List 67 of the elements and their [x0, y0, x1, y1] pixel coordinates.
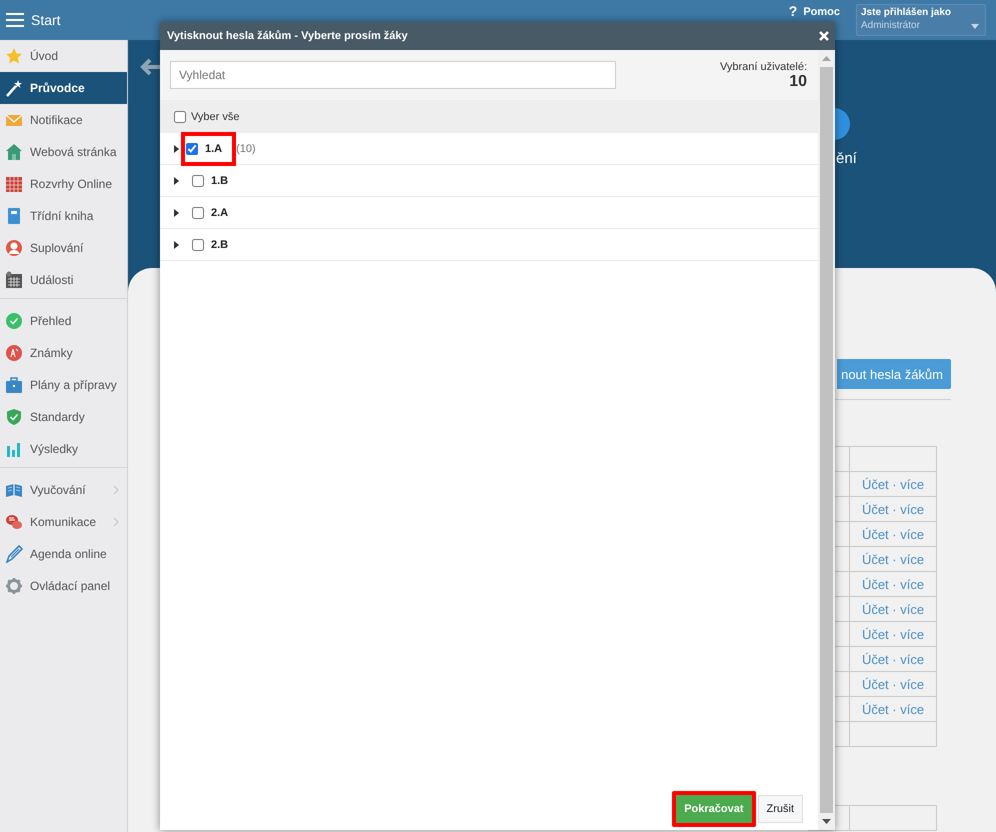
- caret-icon[interactable]: [174, 176, 179, 184]
- caret-icon[interactable]: [174, 240, 179, 248]
- checkbox[interactable]: [192, 206, 204, 218]
- sidebar-item[interactable]: Plány a přípravy: [0, 369, 127, 401]
- sidebar-item[interactable]: Notifikace: [0, 104, 127, 136]
- checkbox[interactable]: [186, 142, 198, 154]
- checkbox[interactable]: [174, 110, 186, 122]
- pen-icon: [5, 545, 23, 563]
- checkbox[interactable]: [192, 174, 204, 186]
- sidebar-item[interactable]: Průvodce: [0, 72, 127, 104]
- class-row[interactable]: 1.A (10): [160, 133, 818, 165]
- checkbox[interactable]: [192, 238, 204, 250]
- select-all-label[interactable]: Vyber vše: [191, 110, 240, 122]
- student-count: (10): [236, 142, 256, 154]
- gear-icon: [5, 577, 23, 595]
- star-icon: [5, 47, 23, 65]
- scrollbar[interactable]: [818, 50, 835, 830]
- app-title[interactable]: Start: [31, 12, 61, 28]
- close-icon[interactable]: [819, 31, 829, 41]
- sidebar-item[interactable]: Komunikace: [0, 506, 127, 538]
- class-row[interactable]: 2.B: [160, 229, 818, 261]
- menu-icon[interactable]: [6, 13, 24, 27]
- help-link[interactable]: Pomoc: [803, 6, 840, 18]
- caret-icon[interactable]: [174, 144, 179, 152]
- sidebar-item[interactable]: Agenda online: [0, 538, 127, 570]
- house-icon: [5, 143, 23, 161]
- class-label[interactable]: 1.B: [211, 174, 228, 186]
- caret-icon[interactable]: [174, 208, 179, 216]
- class-label[interactable]: 2.B: [211, 238, 228, 250]
- class-label[interactable]: 2.A: [211, 206, 228, 218]
- sidebar-item[interactable]: Úvod: [0, 40, 127, 72]
- sidebar-item[interactable]: Webová stránka: [0, 136, 127, 168]
- chat-bubbles-icon: [5, 513, 23, 531]
- shield-icon: [5, 408, 23, 426]
- back-arrow-icon[interactable]: [140, 58, 162, 76]
- sidebar-item[interactable]: Třídní kniha: [0, 200, 127, 232]
- dialog-title: Vytisknout hesla žákům - Vyberte prosím žáky: [167, 30, 409, 42]
- sidebar-item[interactable]: Události: [0, 264, 127, 296]
- calendar-grid-icon: [5, 175, 23, 193]
- help-icon[interactable]: ?: [788, 3, 798, 19]
- briefcase-icon: [5, 376, 23, 394]
- magic-wand-icon: [5, 79, 23, 97]
- user-dropdown[interactable]: Jste přihlášen jako Administrátor: [856, 4, 986, 36]
- selected-users-label: Vybraní uživatelé:: [720, 61, 807, 73]
- grade-circle-icon: [5, 344, 23, 362]
- sidebar-item[interactable]: Známky: [0, 337, 127, 369]
- class-label[interactable]: 1.A: [205, 142, 222, 154]
- sidebar-item[interactable]: Vyučování: [0, 474, 127, 506]
- class-row[interactable]: 1.B: [160, 165, 818, 197]
- calendar-icon: [5, 271, 23, 289]
- notebook-icon: [5, 207, 23, 225]
- sidebar-item[interactable]: Přehled: [0, 305, 127, 337]
- search-field[interactable]: Vyhledat: [170, 61, 616, 89]
- class-row[interactable]: 2.A: [160, 197, 818, 229]
- open-book-icon: [5, 481, 23, 499]
- selected-users-count: 10: [789, 73, 807, 91]
- check-circle-icon: [5, 312, 23, 330]
- sidebar-item[interactable]: Standardy: [0, 401, 127, 433]
- sidebar-item[interactable]: Ovládací panel: [0, 570, 127, 602]
- bar-chart-icon: [5, 440, 23, 458]
- sidebar-item[interactable]: Suplování: [0, 232, 127, 264]
- person-icon: [5, 239, 23, 257]
- sidebar-item[interactable]: Výsledky: [0, 433, 127, 465]
- sidebar-item[interactable]: Rozvrhy Online: [0, 168, 127, 200]
- select-all-row[interactable]: Vyber vše: [160, 100, 818, 133]
- cancel-button[interactable]: Zrušit: [758, 795, 803, 823]
- scroll-down-icon[interactable]: [822, 819, 831, 824]
